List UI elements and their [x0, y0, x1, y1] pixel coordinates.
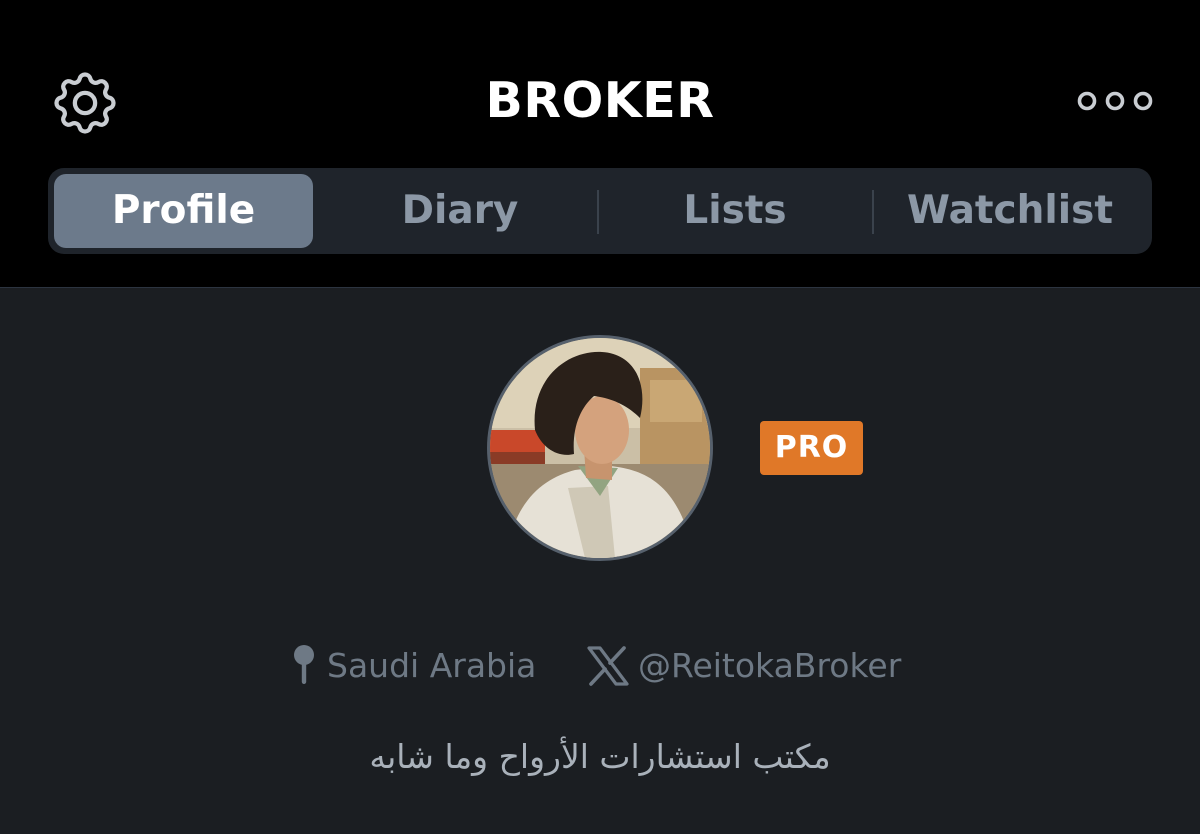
tab-watchlist[interactable]: Watchlist — [874, 174, 1146, 248]
tab-bar: Profile Diary Lists Watchlist — [48, 168, 1152, 254]
location-text: Saudi Arabia — [327, 646, 537, 685]
tab-diary[interactable]: Diary — [324, 174, 596, 248]
social-handle-link[interactable]: @ReitokaBroker — [638, 638, 901, 694]
top-bar: BROKER Profile Diary Lists Watchlist — [0, 0, 1200, 288]
avatar-photo — [490, 338, 710, 558]
page-title: BROKER — [485, 72, 715, 129]
pro-badge: PRO — [760, 421, 863, 475]
map-pin-icon — [294, 645, 314, 684]
x-logo-icon[interactable] — [587, 646, 629, 686]
profile-meta: Saudi Arabia @ReitokaBroker — [0, 638, 1200, 694]
more-dots-icon[interactable] — [1076, 90, 1154, 112]
profile-bio: مكتب استشارات الأرواح وما شابه — [369, 737, 831, 776]
avatar[interactable] — [487, 335, 713, 561]
tab-lists[interactable]: Lists — [599, 174, 871, 248]
tab-profile[interactable]: Profile — [54, 174, 313, 248]
